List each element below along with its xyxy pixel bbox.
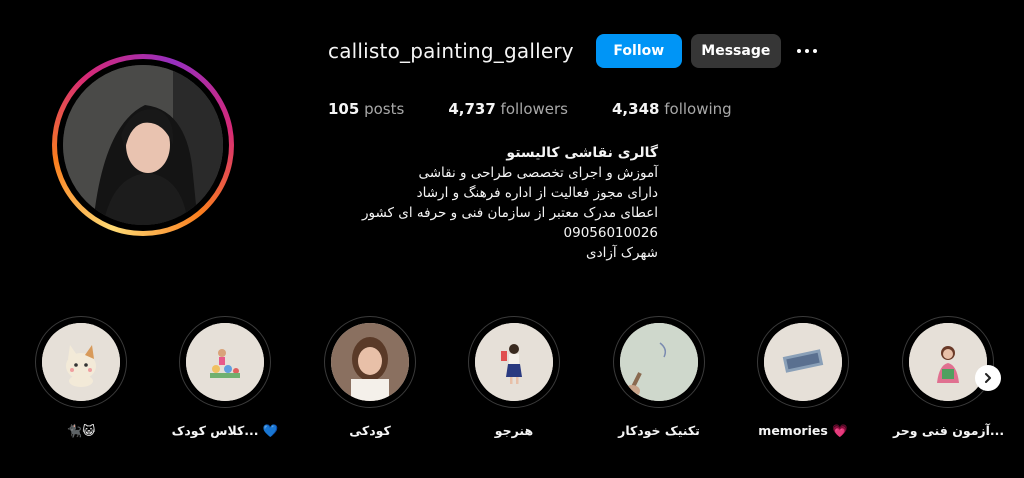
highlight-item[interactable]: کودکی [315, 316, 425, 438]
exam-sticker-icon [909, 323, 987, 401]
highlight-label: آزمون فنی وحر... [893, 423, 1005, 438]
highlight-label: کلاس کودک... 💙 [171, 423, 279, 438]
followers-count: 4,737 [448, 100, 496, 118]
highlight-item[interactable]: کلاس کودک... 💙 [170, 316, 280, 439]
more-options-icon[interactable] [796, 34, 817, 68]
follow-button[interactable]: Follow [595, 34, 682, 68]
highlight-ring[interactable] [902, 316, 994, 408]
following-label: following [664, 100, 732, 118]
followers-label: followers [500, 100, 568, 118]
posts-label: posts [364, 100, 405, 118]
story-highlights: 🐈‍⬛😺 کلاس کودک... 💙 [0, 316, 1024, 446]
display-name: گالری نقاشی کالیستو [506, 145, 658, 161]
username: callisto_painting_gallery [328, 39, 574, 63]
profile-header: callisto_painting_gallery Follow Message [328, 34, 817, 68]
bio-line: آموزش و اجرای تخصصی طراحی و نقاشی [418, 165, 658, 181]
bio-location: شهرک آزادی [586, 245, 658, 261]
bio-line: دارای مجوز فعالیت از اداره فرهنگ و ارشاد [416, 185, 658, 201]
cat-sticker-icon [42, 323, 120, 401]
highlight-item[interactable]: هنرجو [459, 316, 569, 438]
highlight-label: کودکی [349, 423, 391, 438]
pen-sketch-photo-icon [620, 323, 698, 401]
highlight-ring[interactable] [179, 316, 271, 408]
highlight-item[interactable]: memories 💗 [748, 316, 858, 439]
memories-sticker-icon [764, 323, 842, 401]
highlight-ring[interactable] [757, 316, 849, 408]
avatar[interactable] [63, 65, 223, 225]
kids-class-sticker-icon [186, 323, 264, 401]
bio-phone: 09056010026 [563, 225, 658, 241]
student-sticker-icon [475, 323, 553, 401]
following-count: 4,348 [612, 100, 660, 118]
highlight-label: memories 💗 [758, 423, 848, 438]
message-button[interactable]: Message [690, 34, 781, 68]
following-stat[interactable]: 4,348 following [612, 100, 732, 118]
followers-stat[interactable]: 4,737 followers [448, 100, 568, 118]
avatar-portrait [63, 65, 223, 225]
profile-avatar-ring[interactable] [52, 54, 234, 236]
posts-stat: 105 posts [328, 100, 404, 118]
child-photo-icon [331, 323, 409, 401]
highlight-ring[interactable] [324, 316, 416, 408]
highlight-item[interactable]: 🐈‍⬛😺 [26, 316, 136, 439]
highlight-ring[interactable] [35, 316, 127, 408]
highlight-label: تکنیک خودکار [618, 423, 700, 438]
highlight-item[interactable]: تکنیک خودکار [604, 316, 714, 438]
highlight-label: 🐈‍⬛😺 [66, 423, 96, 438]
profile-bio: گالری نقاشی کالیستو آموزش و اجرای تخصصی … [328, 143, 658, 263]
highlight-ring[interactable] [613, 316, 705, 408]
highlight-ring[interactable] [468, 316, 560, 408]
profile-stats: 105 posts 4,737 followers 4,348 followin… [328, 100, 776, 118]
bio-line: اعطای مدرک معتبر از سازمان فنی و حرفه ای… [362, 205, 658, 221]
chevron-right-icon[interactable] [975, 365, 1001, 391]
highlight-label: هنرجو [494, 423, 534, 438]
posts-count: 105 [328, 100, 360, 118]
